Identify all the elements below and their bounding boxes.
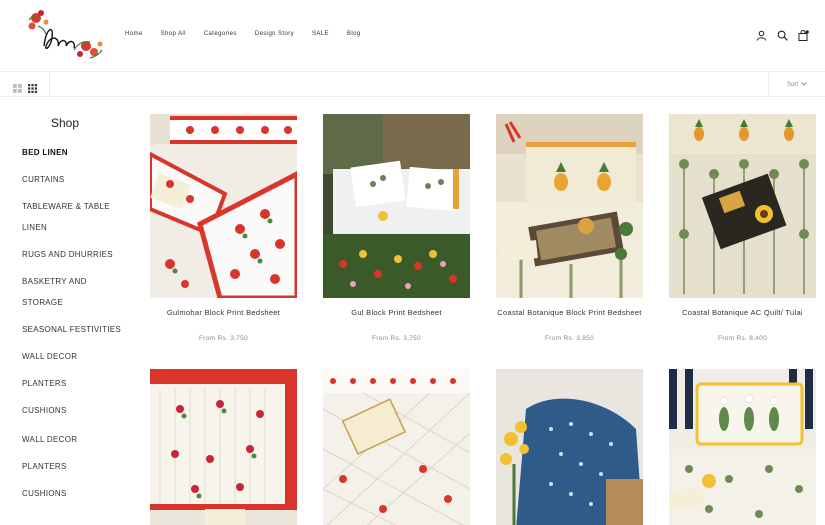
- nav-shop-all[interactable]: Shop All: [161, 31, 186, 37]
- nav-sale[interactable]: SALE: [312, 31, 329, 37]
- nav-design-story[interactable]: Design Story: [255, 31, 294, 37]
- product-image[interactable]: [669, 114, 816, 298]
- product-card[interactable]: [496, 369, 643, 525]
- nav-categories[interactable]: Categories: [204, 31, 237, 37]
- sidebar-item-planters[interactable]: PLANTERS: [22, 373, 132, 394]
- product-card[interactable]: Gulmohar Block Print Bedsheet From Rs. 3…: [150, 114, 297, 342]
- sidebar-item-basketry[interactable]: BASKETRY AND: [22, 271, 132, 292]
- search-icon[interactable]: [777, 28, 788, 41]
- sidebar-item-planters-2[interactable]: PLANTERS: [22, 456, 132, 477]
- chevron-down-icon: [801, 81, 807, 88]
- product-image[interactable]: [669, 369, 816, 525]
- product-price: From Rs. 3,750: [199, 335, 248, 342]
- nav-blog[interactable]: Blog: [347, 31, 361, 37]
- product-price: From Rs. 8,400: [718, 335, 767, 342]
- sidebar-item-tableware[interactable]: TABLEWARE & TABLE: [22, 196, 132, 217]
- product-image[interactable]: [496, 114, 643, 298]
- sidebar-item-basketry-storage[interactable]: STORAGE: [22, 292, 132, 313]
- sort-label: Sort: [786, 81, 798, 88]
- product-title[interactable]: Gul Block Print Bedsheet: [323, 308, 470, 317]
- grid-view-toggle: [0, 72, 50, 97]
- sidebar-item-seasonal[interactable]: SEASONAL FESTIVITIES: [22, 319, 132, 340]
- product-title[interactable]: Gulmohar Block Print Bedsheet: [150, 308, 297, 317]
- product-card[interactable]: [669, 369, 816, 525]
- product-price: From Rs. 3,750: [372, 335, 421, 342]
- sidebar-item-tableware-linen[interactable]: LINEN: [22, 217, 132, 238]
- product-price: From Rs. 3,850: [545, 335, 594, 342]
- collection-toolbar: Sort: [0, 72, 825, 97]
- sidebar-title: Shop: [50, 116, 80, 130]
- grid-2-icon[interactable]: [13, 80, 22, 93]
- main-nav: Home Shop All Categories Design Story SA…: [125, 31, 379, 37]
- sidebar-item-curtains[interactable]: CURTAINS: [22, 169, 132, 190]
- grid-4-icon[interactable]: [28, 80, 37, 93]
- product-image[interactable]: [496, 369, 643, 525]
- sidebar-item-wall-decor[interactable]: WALL DECOR: [22, 346, 132, 367]
- sidebar-item-cushions[interactable]: CUSHIONS: [22, 400, 132, 421]
- product-card[interactable]: Coastal Botanique AC Quilt/ Tulai From R…: [669, 114, 816, 342]
- sort-dropdown[interactable]: Sort: [768, 72, 825, 97]
- product-image[interactable]: [150, 114, 297, 298]
- product-image[interactable]: [150, 369, 297, 525]
- account-icon[interactable]: [756, 28, 767, 41]
- sidebar-item-cushions-2[interactable]: CUSHIONS: [22, 483, 132, 504]
- product-card[interactable]: Coastal Botanique Block Print Bedsheet F…: [496, 114, 643, 342]
- product-title[interactable]: Coastal Botanique AC Quilt/ Tulai: [669, 308, 816, 317]
- sidebar-item-rugs[interactable]: RUGS AND DHURRIES: [22, 244, 132, 265]
- nav-home[interactable]: Home: [125, 31, 143, 37]
- product-image[interactable]: [323, 114, 470, 298]
- product-card[interactable]: [323, 369, 470, 525]
- product-title[interactable]: Coastal Botanique Block Print Bedsheet: [496, 308, 643, 317]
- cart-icon[interactable]: [798, 28, 809, 41]
- product-card[interactable]: [150, 369, 297, 525]
- site-header: Home Shop All Categories Design Story SA…: [0, 0, 825, 72]
- sidebar-item-bed-linen[interactable]: BED LINEN: [22, 142, 132, 163]
- product-image[interactable]: [323, 369, 470, 525]
- brand-logo[interactable]: [24, 6, 108, 64]
- sidebar-item-wall-decor-2[interactable]: WALL DECOR: [22, 429, 132, 450]
- category-sidebar: Shop BED LINEN CURTAINS TABLEWARE & TABL…: [22, 116, 132, 510]
- product-card[interactable]: Gul Block Print Bedsheet From Rs. 3,750: [323, 114, 470, 342]
